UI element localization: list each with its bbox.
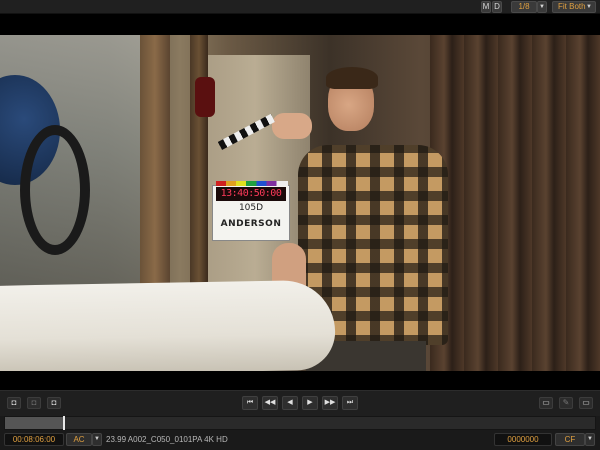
- m-toggle-button[interactable]: M: [481, 1, 491, 13]
- timecode-field[interactable]: 00:08:06:00: [4, 433, 64, 446]
- pencil-icon[interactable]: ✎: [559, 397, 573, 409]
- skip-end-icon[interactable]: ⏭: [342, 396, 358, 410]
- chevron-down-icon: ▼: [539, 4, 545, 10]
- camera-3d-icon[interactable]: ◘: [47, 397, 61, 409]
- clip-info: 23.99 A002_C050_0101PA 4K HD: [106, 435, 228, 444]
- chevron-down-icon[interactable]: ▼: [92, 433, 102, 446]
- d-toggle-button[interactable]: D: [492, 1, 502, 13]
- clapper-timecode: 13:40:50:00: [216, 187, 286, 201]
- clapper-name: ANDERSON: [220, 219, 282, 229]
- skip-start-icon[interactable]: ⏮: [242, 396, 258, 410]
- chevron-down-icon: ▼: [586, 4, 592, 10]
- screen-icon[interactable]: ▭: [579, 397, 593, 409]
- video-frame: 13:40:50:00 105D ANDERSON: [0, 35, 600, 371]
- scrubber-progress: [5, 417, 64, 429]
- chevron-down-icon[interactable]: ▼: [585, 433, 595, 446]
- transport-bar: ◘ ◘ ◘ ⏮ ◀◀ ◀ ▶ ▶▶ ⏭ ▭ ✎ ▭: [0, 390, 600, 416]
- surfboard: [0, 279, 336, 371]
- playhead[interactable]: [63, 416, 65, 430]
- mode-dropdown[interactable]: AC: [66, 433, 92, 446]
- step-forward-icon[interactable]: ▶▶: [322, 396, 338, 410]
- fit-mode-dropdown[interactable]: Fit Both ▼: [552, 1, 596, 13]
- monitor-icon[interactable]: ▭: [539, 397, 553, 409]
- status-bar: 00:08:06:00 AC ▼ 23.99 A002_C050_0101PA …: [0, 431, 600, 450]
- top-toolbar: M D 1/8 ▼ Fit Both ▼: [0, 0, 600, 14]
- play-icon[interactable]: ▶: [302, 396, 318, 410]
- timeline-scrubber[interactable]: [4, 416, 596, 430]
- step-back-icon[interactable]: ◀: [282, 396, 298, 410]
- rewind-icon[interactable]: ◀◀: [262, 396, 278, 410]
- clapper-scene: 105D: [238, 203, 264, 213]
- frame-counter[interactable]: 0000000: [494, 433, 552, 446]
- counter-mode-dropdown[interactable]: CF: [555, 433, 585, 446]
- camera-dim-icon[interactable]: ◘: [27, 397, 41, 409]
- fit-mode-label: Fit Both: [558, 2, 586, 11]
- camera-icon[interactable]: ◘: [7, 397, 21, 409]
- video-viewer[interactable]: 13:40:50:00 105D ANDERSON: [0, 14, 600, 390]
- page-dropdown-button[interactable]: ▼: [537, 1, 547, 13]
- page-selector[interactable]: 1/8: [511, 1, 537, 13]
